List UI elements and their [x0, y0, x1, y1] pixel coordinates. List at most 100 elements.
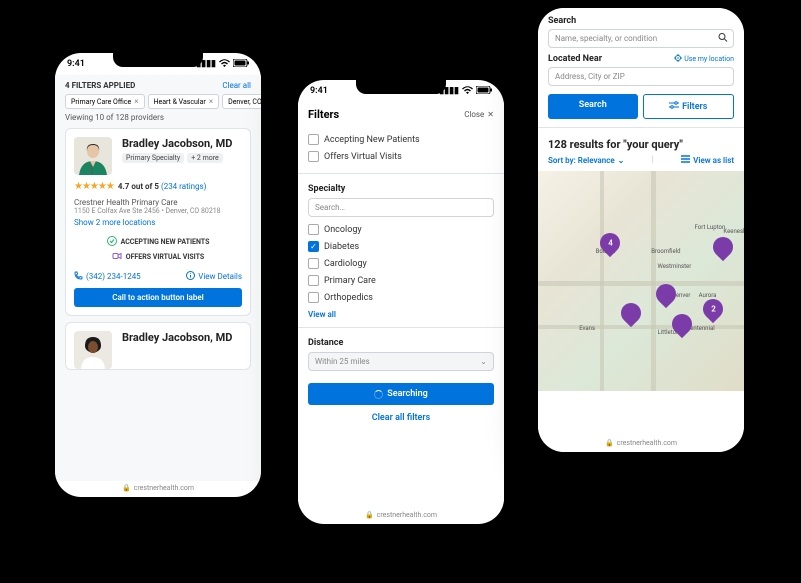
map-pin[interactable]: 2	[703, 299, 723, 325]
map-pin[interactable]: 4	[600, 233, 620, 259]
notch	[356, 80, 446, 94]
filter-chip[interactable]: Primary Care Office×	[65, 94, 145, 109]
search-icon[interactable]	[718, 32, 728, 45]
checkbox-icon	[308, 224, 319, 235]
clear-all-filters-link[interactable]: Clear all filters	[308, 413, 494, 423]
close-icon[interactable]: ×	[134, 97, 138, 106]
address: 1150 E Colfax Ave Ste 2456 • Denver, CO …	[74, 207, 242, 215]
checkbox-virtual[interactable]: Offers Virtual Visits	[308, 148, 494, 165]
show-more-locations-link[interactable]: Show 2 more locations	[74, 218, 242, 227]
content: 4 FILTERS APPLIED Clear all Primary Care…	[55, 75, 261, 481]
panel-title: Filters	[308, 108, 339, 121]
distance-select[interactable]: Within 25 miles ⌄	[308, 352, 494, 371]
specialty-checkbox[interactable]: Orthopedics	[308, 289, 494, 306]
star-rating-icon: ★★★★★	[74, 181, 114, 192]
chevron-down-icon: ⌄	[480, 357, 487, 366]
use-my-location-link[interactable]: Use my location	[674, 54, 734, 64]
content: Search Name, specialty, or condition Loc…	[538, 8, 744, 452]
checkbox-accepting[interactable]: Accepting New Patients	[308, 131, 494, 148]
url-bar: 🔒 crestnerhealth.com	[298, 511, 504, 519]
chevron-down-icon: ⌄	[618, 156, 625, 165]
phone-filters: 9:41 ▮▮▮▮ Filters Close ✕ Accepting New …	[290, 72, 512, 532]
phone-search-map: Search Name, specialty, or condition Loc…	[530, 0, 752, 460]
cta-button[interactable]: Call to action button label	[74, 288, 242, 307]
map-pin[interactable]	[672, 314, 692, 340]
status-icons: ▮▮▮▮	[439, 86, 492, 97]
provider-card: Bradley Jacobson, MD	[65, 322, 251, 370]
provider-card: Bradley Jacobson, MD Primary Specialty +…	[65, 128, 251, 316]
sliders-icon	[669, 101, 679, 112]
filters-button[interactable]: Filters	[643, 94, 735, 119]
screen: 9:41 ▮▮▮▮ Filters Close ✕ Accepting New …	[298, 80, 504, 524]
filter-chips: Primary Care Office× Heart & Vascular× D…	[65, 94, 251, 109]
battery-icon	[233, 59, 249, 70]
provider-name: Bradley Jacobson, MD	[122, 331, 242, 344]
specialty-checkbox[interactable]: Primary Care	[308, 272, 494, 289]
close-icon[interactable]: ×	[209, 97, 213, 106]
avatar	[74, 331, 112, 369]
checkbox-icon: ✓	[308, 241, 319, 252]
distance-header: Distance	[308, 338, 494, 348]
phone-icon	[74, 271, 83, 282]
notch	[113, 53, 203, 67]
avatar	[74, 137, 112, 175]
specialty-checkbox[interactable]: Cardiology	[308, 255, 494, 272]
view-details-link[interactable]: View Details	[186, 271, 242, 282]
check-circle-icon	[107, 236, 117, 248]
provider-name: Bradley Jacobson, MD	[122, 137, 242, 150]
specialty-search-input[interactable]: Search…	[308, 198, 494, 217]
searching-button[interactable]: Searching	[308, 383, 494, 405]
close-button[interactable]: Close ✕	[464, 110, 494, 119]
specialty-checkbox[interactable]: Oncology	[308, 221, 494, 238]
results-header: 128 results for "your query"	[548, 138, 734, 151]
screen: Search Name, specialty, or condition Loc…	[538, 8, 744, 452]
view-as-list-link[interactable]: View as list	[681, 155, 734, 165]
search-input[interactable]: Name, specialty, or condition	[548, 29, 734, 48]
url-bar: 🔒 crestnerhealth.com	[538, 439, 744, 447]
viewing-count: Viewing 10 of 128 providers	[65, 113, 251, 122]
map-pin[interactable]	[713, 237, 733, 263]
clear-all-link[interactable]: Clear all	[222, 81, 251, 90]
map-pin[interactable]	[656, 284, 676, 310]
location-input[interactable]: Address, City or ZIP	[548, 67, 734, 86]
sort-dropdown[interactable]: Sort by: Relevance ⌄	[548, 156, 624, 165]
url-bar: 🔒 crestnerhealth.com	[55, 484, 261, 492]
wifi-icon	[219, 59, 230, 70]
status-time: 9:41	[310, 86, 328, 96]
search-button[interactable]: Search	[548, 94, 638, 119]
map[interactable]: BoulderDenverAuroraEvansWestminsterLittl…	[538, 171, 744, 391]
more-tag: + 2 more	[187, 153, 223, 163]
rating-text: 4.7 out of 5 (234 ratings)	[118, 182, 207, 191]
screen: 9:41 ▮▮▮▮ 4 FILTERS APPLIED Clear all Pr…	[55, 53, 261, 497]
map-city-label: Keenesburg	[723, 228, 744, 235]
specialty-checkbox[interactable]: ✓Diabetes	[308, 238, 494, 255]
map-city-label: Broomfield	[651, 248, 680, 255]
located-label: Located Near	[548, 54, 602, 64]
map-pin[interactable]	[621, 303, 641, 329]
checkbox-icon	[308, 134, 319, 145]
checkbox-icon	[308, 292, 319, 303]
view-all-link[interactable]: View all	[308, 310, 494, 319]
spinner-icon	[374, 390, 383, 399]
video-icon	[112, 251, 122, 263]
lock-icon: 🔒	[605, 439, 614, 447]
content: Filters Close ✕ Accepting New Patients O…	[298, 102, 504, 508]
wifi-icon	[462, 86, 473, 97]
location-icon	[674, 54, 682, 64]
accepting-badge: ACCEPTING NEW PATIENTS	[107, 236, 210, 248]
checkbox-icon	[308, 275, 319, 286]
phone-link[interactable]: (342) 234-1245	[74, 271, 141, 282]
lock-icon: 🔒	[122, 484, 131, 492]
checkbox-icon	[308, 258, 319, 269]
phone-results-list: 9:41 ▮▮▮▮ 4 FILTERS APPLIED Clear all Pr…	[47, 45, 269, 505]
filter-chip[interactable]: Heart & Vascular×	[148, 94, 220, 109]
status-icons: ▮▮▮▮	[196, 59, 249, 70]
virtual-badge: OFFERS VIRTUAL VISITS	[112, 251, 204, 263]
specialty-tag: Primary Specialty	[122, 153, 184, 163]
list-icon	[681, 155, 690, 165]
filter-chip[interactable]: Denver, CO×	[222, 94, 261, 109]
map-city-label: Evans	[579, 325, 595, 332]
filters-applied-label: 4 FILTERS APPLIED	[65, 81, 135, 90]
battery-icon	[476, 86, 492, 97]
status-time: 9:41	[67, 59, 85, 69]
